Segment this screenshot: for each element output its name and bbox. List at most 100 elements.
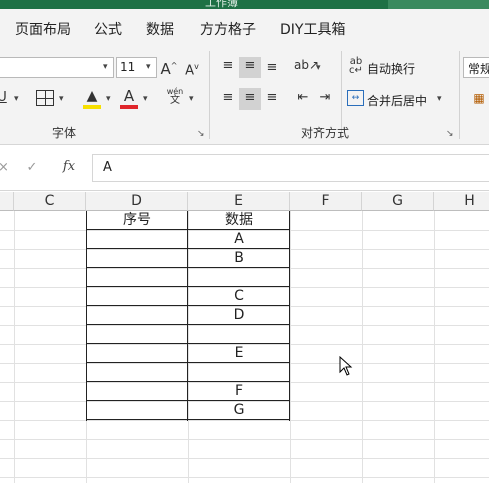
font-size-value: 11	[120, 60, 136, 74]
gridline	[0, 477, 489, 478]
increase-font-size-icon[interactable]: A^	[159, 58, 179, 77]
chevron-down-icon: ▾	[189, 94, 194, 104]
formula-input[interactable]: A	[92, 154, 489, 182]
gridline	[0, 420, 489, 421]
merge-center-button[interactable]: 合并后居中	[367, 92, 427, 109]
chevron-down-icon: ▾	[146, 62, 151, 72]
merge-center-icon[interactable]: ↔	[347, 90, 364, 106]
font-size-combo[interactable]: 11 ▾	[116, 57, 157, 78]
orientation-icon[interactable]: ab↗	[294, 57, 319, 73]
fill-color-icon[interactable]: ▲	[82, 88, 102, 104]
gridline	[0, 458, 489, 459]
column-header-h[interactable]: H	[434, 192, 489, 211]
font-color-swatch	[120, 105, 138, 109]
tab-diy-toolbox[interactable]: DIY工具箱	[280, 19, 345, 39]
gridline	[290, 211, 291, 483]
align-top-icon[interactable]: ≡	[219, 58, 237, 74]
table-border	[86, 324, 290, 325]
table-border	[187, 211, 188, 421]
group-separator	[459, 51, 460, 139]
table-cell[interactable]: D	[188, 306, 290, 325]
table-cell[interactable]: E	[188, 344, 290, 363]
chevron-down-icon: ▾	[14, 94, 19, 104]
gridline	[0, 439, 489, 440]
table-cell[interactable]: G	[188, 401, 290, 420]
table-border	[86, 211, 87, 421]
title-bar: 工作簿	[0, 0, 489, 9]
table-border	[86, 362, 290, 363]
number-format-value: 常规	[468, 62, 489, 76]
formula-value: A	[103, 160, 112, 175]
tab-data[interactable]: 数据	[146, 19, 174, 39]
table-cell[interactable]: A	[188, 230, 290, 249]
align-center-icon[interactable]: ≡	[241, 90, 259, 106]
worksheet-grid[interactable]: C D E F G H 序号 数据 A B C D E F G	[0, 192, 489, 483]
wrap-text-icon[interactable]: ab c↵	[347, 57, 365, 76]
chevron-down-icon: ▾	[437, 94, 442, 104]
number-format-combo[interactable]: 常规	[463, 57, 489, 78]
table-border	[86, 286, 290, 287]
align-middle-icon[interactable]: ≡	[241, 58, 259, 74]
accounting-format-icon[interactable]: ▦	[469, 90, 489, 106]
column-header-g[interactable]: G	[362, 192, 434, 211]
tab-formulas[interactable]: 公式	[94, 19, 122, 39]
table-border	[86, 248, 290, 249]
column-header-e[interactable]: E	[188, 192, 290, 211]
formula-buttons: × ✓ fx	[0, 154, 88, 182]
fill-color-swatch	[83, 105, 101, 109]
table-border	[86, 381, 290, 382]
align-bottom-icon[interactable]: ≡	[263, 60, 281, 76]
ribbon: ▾ 11 ▾ A^ Av U ▾ ▾ ▲ ▾ A ▾ wén 文 ▾ 字体 ↘ ≡…	[0, 45, 489, 145]
align-left-icon[interactable]: ≡	[219, 90, 237, 106]
tab-fangfanggezi[interactable]: 方方格子	[200, 19, 256, 39]
chevron-down-icon: ▾	[59, 94, 64, 104]
font-group-label: 字体	[52, 126, 77, 140]
table-border	[86, 419, 290, 420]
gridline	[0, 268, 489, 269]
header-cell-data[interactable]: 数据	[188, 211, 290, 230]
column-header-d[interactable]: D	[86, 192, 188, 211]
chevron-down-icon: ▾	[106, 94, 111, 104]
increase-indent-icon[interactable]: ⇥	[316, 90, 334, 106]
row-header-corner	[0, 192, 14, 211]
alignment-dialog-launcher-icon[interactable]: ↘	[446, 129, 454, 139]
chevron-down-icon: ▾	[103, 62, 108, 72]
font-color-icon[interactable]: A	[120, 88, 138, 104]
title-bar-account-area	[388, 0, 489, 9]
font-dialog-launcher-icon[interactable]: ↘	[197, 129, 205, 139]
wrap-text-button[interactable]: 自动换行	[367, 60, 415, 77]
alignment-group-label: 对齐方式	[301, 126, 350, 140]
decrease-font-size-icon[interactable]: Av	[182, 59, 202, 79]
cancel-icon[interactable]: ×	[0, 160, 9, 176]
mouse-cursor-icon	[339, 356, 353, 376]
align-right-icon[interactable]: ≡	[263, 90, 281, 106]
confirm-icon[interactable]: ✓	[25, 160, 39, 176]
table-border	[289, 211, 290, 421]
window-title: 工作簿	[205, 0, 238, 9]
phonetic-guide-icon[interactable]: wén 文	[164, 87, 186, 106]
gridline	[0, 363, 489, 364]
table-border	[86, 305, 290, 306]
font-name-combo[interactable]: ▾	[0, 57, 114, 78]
formula-bar: × ✓ fx A	[0, 146, 489, 191]
gridline	[14, 211, 15, 483]
gridline	[362, 211, 363, 483]
column-header-f[interactable]: F	[290, 192, 362, 211]
group-separator	[209, 51, 210, 139]
header-cell-seq[interactable]: 序号	[86, 211, 188, 230]
table-border	[86, 400, 290, 401]
ribbon-tabs: 页面布局 公式 数据 方方格子 DIY工具箱	[0, 9, 489, 45]
tab-page-layout[interactable]: 页面布局	[15, 19, 71, 39]
table-cell[interactable]: F	[188, 382, 290, 401]
chevron-down-icon: ▾	[143, 94, 148, 104]
table-border	[86, 229, 290, 230]
decrease-indent-icon[interactable]: ⇤	[294, 90, 312, 106]
chevron-down-icon: ▾	[316, 63, 321, 73]
table-cell[interactable]: B	[188, 249, 290, 268]
gridline	[0, 325, 489, 326]
borders-icon[interactable]	[36, 90, 54, 106]
table-cell[interactable]: C	[188, 287, 290, 306]
insert-function-icon[interactable]: fx	[60, 159, 78, 175]
underline-icon[interactable]: U	[0, 90, 8, 106]
column-header-c[interactable]: C	[14, 192, 86, 211]
